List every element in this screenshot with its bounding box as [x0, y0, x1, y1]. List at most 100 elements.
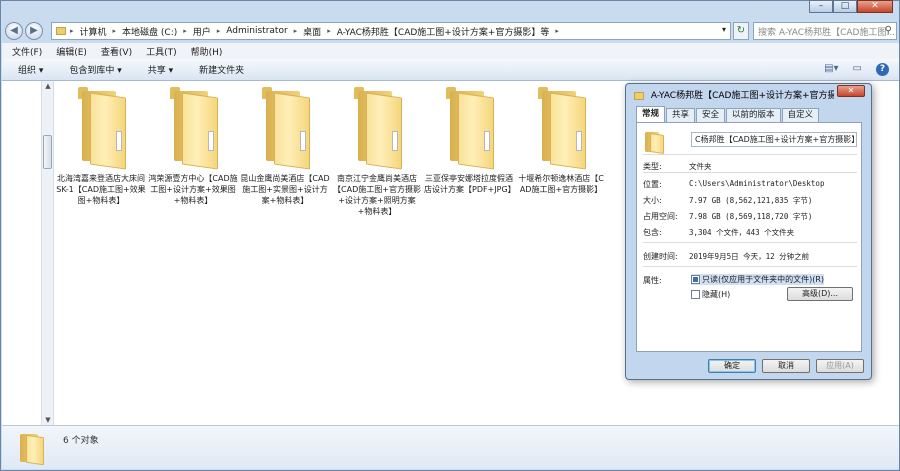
readonly-checkbox[interactable]: 只读(仅应用于文件夹中的文件)(R): [691, 274, 825, 285]
checkbox-icon: [691, 275, 700, 284]
new-folder-button[interactable]: 新建文件夹: [199, 63, 244, 76]
breadcrumb-separator-icon: ▸: [327, 27, 331, 35]
navigation-scrollbar[interactable]: ▲ ▼: [42, 81, 54, 425]
cancel-button[interactable]: 取消: [762, 359, 810, 373]
ok-button[interactable]: 确定: [708, 359, 756, 373]
folder-name-field[interactable]: C杨邦胜【CAD施工图+设计方案+官方摄影】等: [691, 132, 857, 147]
menu-view[interactable]: 查看(V): [101, 45, 132, 58]
attributes-label: 属性:: [643, 276, 662, 285]
tab-sharing[interactable]: 共享: [666, 108, 696, 122]
property-contains: 包含: 3,304 个文件，443 个文件夹: [643, 228, 795, 237]
close-window-button[interactable]: ✕: [857, 0, 893, 13]
property-size-on-disk: 占用空间: 7.98 GB (8,569,118,720 字节): [643, 212, 813, 221]
breadcrumb-separator-icon: ▸: [555, 27, 559, 35]
breadcrumb-computer[interactable]: 计算机: [80, 25, 107, 38]
property-location: 位置: C:\Users\Administrator\Desktop: [643, 179, 825, 189]
scroll-down-icon[interactable]: ▼: [43, 416, 53, 424]
divider: [643, 266, 857, 267]
menu-file[interactable]: 文件(F): [12, 45, 42, 58]
breadcrumb-users[interactable]: 用户: [193, 25, 211, 38]
breadcrumb-separator-icon: ▸: [112, 27, 117, 35]
search-icon: ⚲: [884, 25, 892, 36]
scrollbar-thumb[interactable]: [43, 135, 52, 169]
breadcrumb-desktop[interactable]: 桌面: [303, 25, 321, 38]
folder-icon: [56, 27, 66, 35]
dialog-title: A-YAC杨邦胜【CAD施工图+设计方案+官方摄影】...: [634, 88, 834, 101]
divider: [643, 172, 857, 173]
folder-item[interactable]: 南京江宁金鹰尚美酒店【CAD施工图+官方摄影+设计方案+照明方案+物料表】: [332, 87, 422, 217]
include-in-library-button[interactable]: 包含到库中 ▾: [69, 63, 121, 76]
forward-button[interactable]: ▶: [25, 22, 43, 40]
folder-name: 三亚保亭安娜塔拉度假酒店设计方案【PDF+JPG】: [424, 174, 516, 194]
view-options-icon[interactable]: ▤▾: [824, 63, 838, 76]
breadcrumb-separator-icon: ▸: [183, 27, 187, 35]
share-button[interactable]: 共享 ▾: [148, 63, 173, 76]
general-panel: C杨邦胜【CAD施工图+设计方案+官方摄影】等 类型: 文件夹 位置: C:\Use…: [636, 122, 862, 352]
tab-customize[interactable]: 自定义: [781, 108, 820, 122]
folder-icon: [536, 87, 586, 170]
tab-previous-versions[interactable]: 以前的版本: [726, 108, 781, 122]
properties-dialog: A-YAC杨邦胜【CAD施工图+设计方案+官方摄影】... ✕ 常规 共享 安全…: [625, 83, 872, 380]
organize-button[interactable]: 组织 ▾: [18, 63, 43, 76]
navigation-pane[interactable]: [6, 81, 42, 425]
breadcrumb-separator-icon: ▸: [216, 27, 221, 35]
address-bar[interactable]: ▸ 计算机 ▸ 本地磁盘 (C:) ▸ 用户 ▸ Administrator ▸…: [51, 22, 731, 40]
help-icon[interactable]: ?: [876, 63, 889, 76]
folder-item[interactable]: 三亚保亭安娜塔拉度假酒店设计方案【PDF+JPG】: [424, 87, 516, 195]
folder-icon: [444, 87, 494, 170]
divider: [643, 242, 857, 243]
folder-icon: [634, 91, 644, 100]
folder-icon: [645, 131, 667, 154]
dialog-close-button[interactable]: ✕: [837, 85, 865, 97]
breadcrumb-separator-icon: ▸: [70, 27, 74, 35]
advanced-button[interactable]: 高级(D)...: [787, 287, 853, 301]
back-button[interactable]: ◀: [5, 22, 23, 40]
search-placeholder: 搜索 A-YAC杨邦胜【CAD施工图...: [758, 28, 896, 38]
address-row: ◀ ▶ ▸ 计算机 ▸ 本地磁盘 (C:) ▸ 用户 ▸ Administrat…: [5, 21, 897, 41]
status-bar: 6 个对象: [2, 425, 899, 469]
folder-icon: [352, 87, 402, 170]
dialog-title-text: A-YAC杨邦胜【CAD施工图+设计方案+官方摄影】...: [650, 91, 834, 101]
folder-icon: [76, 87, 126, 170]
folder-item[interactable]: 十堰希尔顿逸林酒店【CAD施工图+官方摄影】: [516, 87, 606, 195]
address-dropdown-icon[interactable]: ▾: [722, 25, 726, 34]
search-input[interactable]: 搜索 A-YAC杨邦胜【CAD施工图... ⚲: [753, 22, 897, 40]
tab-general[interactable]: 常规: [636, 106, 666, 122]
refresh-button[interactable]: ↻: [733, 22, 749, 40]
breadcrumb-local-disk[interactable]: 本地磁盘 (C:): [122, 25, 177, 38]
toolbar-icons: ▤▾ ▭ ?: [824, 63, 889, 76]
folder-name: 南京江宁金鹰尚美酒店【CAD施工图+官方摄影+设计方案+照明方案+物料表】: [333, 174, 421, 216]
command-toolbar: 组织 ▾ 包含到库中 ▾ 共享 ▾ 新建文件夹 ▤▾ ▭ ?: [2, 59, 899, 81]
folder-icon: [168, 87, 218, 170]
apply-button[interactable]: 应用(A): [816, 359, 864, 373]
property-size: 大小: 7.97 GB (8,562,121,835 字节): [643, 196, 813, 205]
scroll-up-icon[interactable]: ▲: [43, 82, 53, 90]
tab-security[interactable]: 安全: [696, 108, 726, 122]
folder-name: 昆山金鹰尚美酒店【CAD施工图+实景图+设计方案+物料表】: [240, 174, 330, 205]
preview-pane-icon[interactable]: ▭: [853, 63, 862, 76]
menu-tools[interactable]: 工具(T): [146, 45, 177, 58]
breadcrumb-current-folder[interactable]: A-YAC杨邦胜【CAD施工图+设计方案+官方摄影】等: [337, 25, 550, 38]
folder-item[interactable]: 鸿荣源壹方中心【CAD施工图+设计方案+效果图+物料表】: [148, 87, 238, 206]
checkbox-icon: [691, 290, 700, 299]
hidden-checkbox[interactable]: 隐藏(H): [691, 289, 730, 300]
window-controls: – □ ✕: [809, 0, 893, 13]
maximize-button[interactable]: □: [833, 0, 857, 13]
folder-item[interactable]: 昆山金鹰尚美酒店【CAD施工图+实景图+设计方案+物料表】: [240, 87, 330, 206]
folder-item[interactable]: 北海湾嘉来登酒店大床间SK-1【CAD施工图+效果图+物料表】: [56, 87, 146, 206]
dialog-tabs: 常规 共享 安全 以前的版本 自定义: [636, 106, 820, 122]
folder-name: 十堰希尔顿逸林酒店【CAD施工图+官方摄影】: [518, 174, 604, 194]
folder-icon: [260, 87, 310, 170]
menu-bar: 文件(F) 编辑(E) 查看(V) 工具(T) 帮助(H): [2, 43, 899, 59]
menu-edit[interactable]: 编辑(E): [56, 45, 87, 58]
folder-icon: [20, 432, 46, 466]
breadcrumb-administrator[interactable]: Administrator: [226, 26, 287, 36]
folder-name: 鸿荣源壹方中心【CAD施工图+设计方案+效果图+物料表】: [148, 174, 238, 205]
minimize-button[interactable]: –: [809, 0, 833, 13]
item-count: 6 个对象: [63, 436, 99, 446]
divider: [643, 154, 857, 155]
menu-help[interactable]: 帮助(H): [191, 45, 223, 58]
property-created: 创建时间: 2019年9月5日 今天，12 分钟之前: [643, 252, 810, 261]
breadcrumb-separator-icon: ▸: [293, 27, 298, 35]
property-type: 类型: 文件夹: [643, 162, 712, 171]
